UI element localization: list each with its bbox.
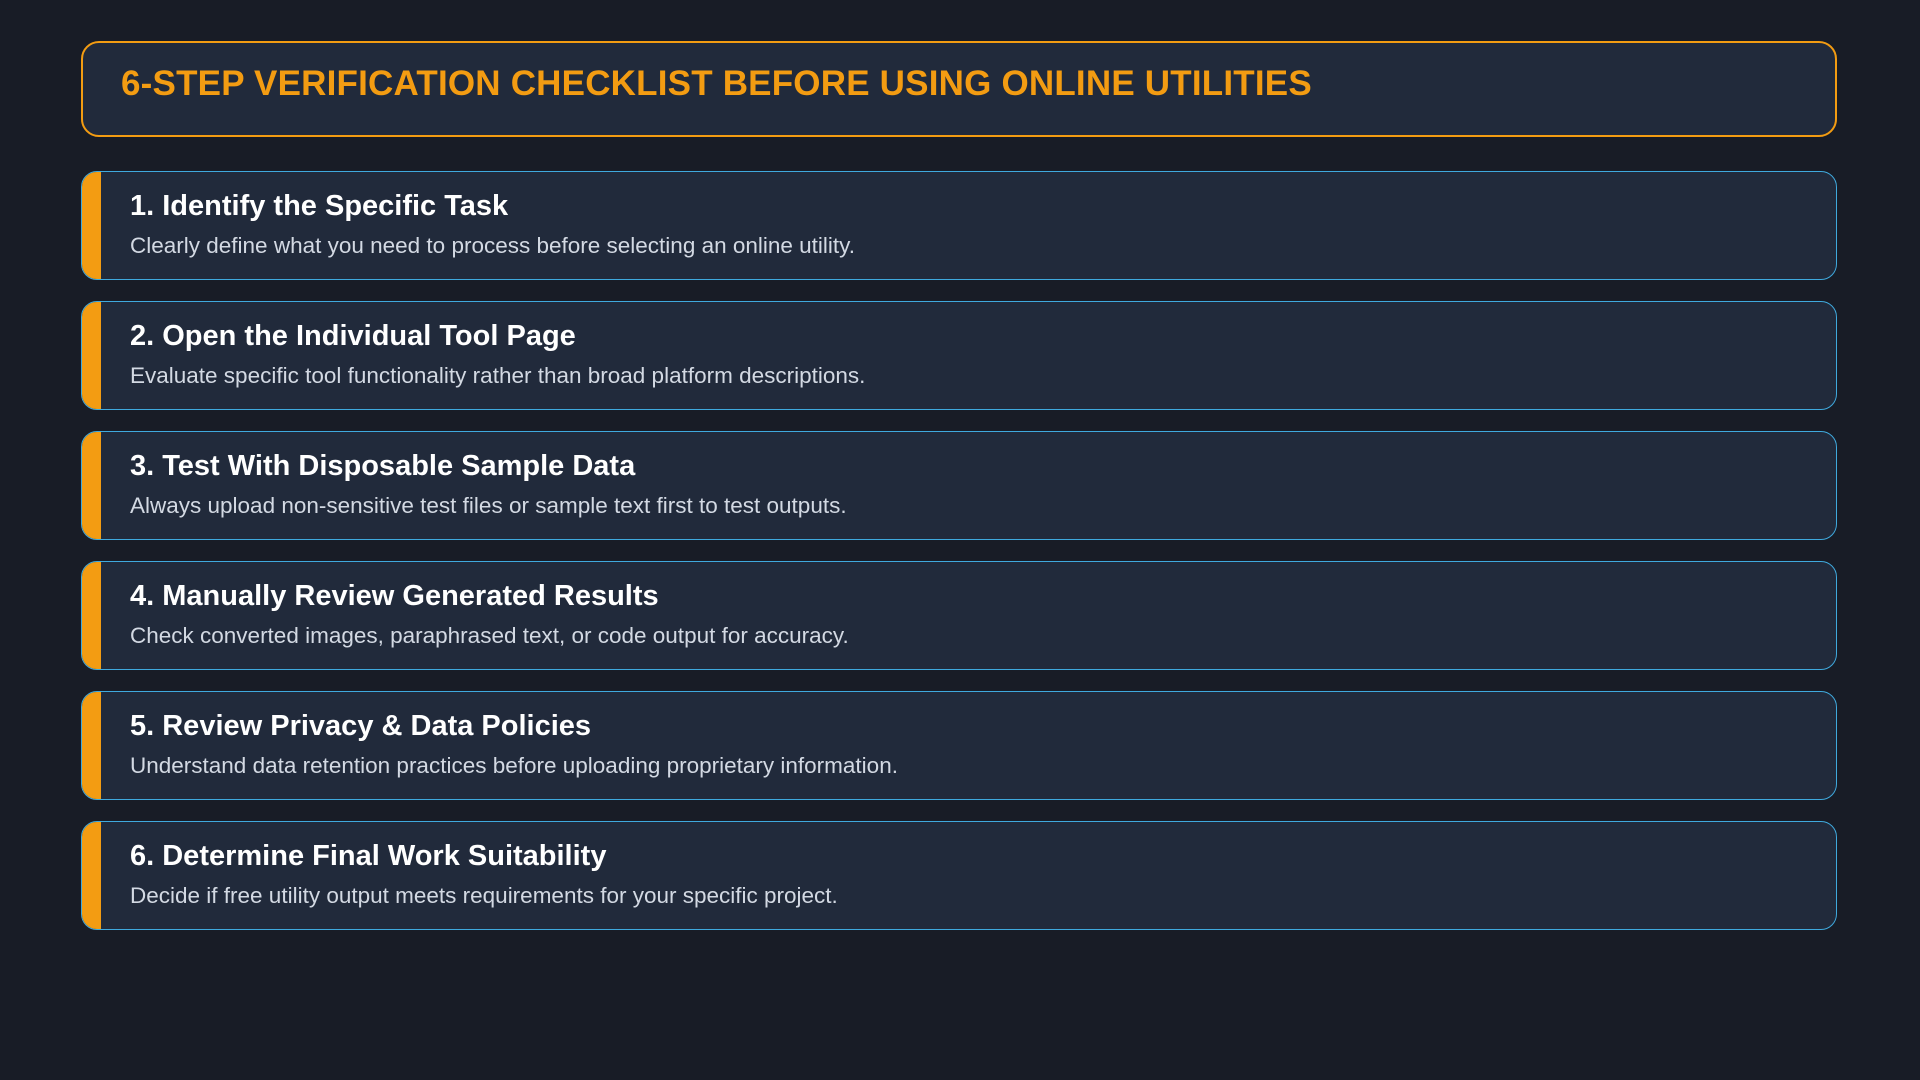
step-accent-bar [82,562,101,669]
step-description: Clearly define what you need to process … [130,233,856,258]
checklist-page: 6-STEP VERIFICATION CHECKLIST BEFORE USI… [0,0,1920,1080]
step-description: Evaluate specific tool functionality rat… [130,363,866,388]
step-card-5: 5. Review Privacy & Data Policies Unders… [81,691,1837,800]
step-title: 1. Identify the Specific Task [130,190,509,222]
step-accent-bar [82,432,101,539]
step-accent-bar [82,692,101,799]
step-title: 2. Open the Individual Tool Page [130,320,576,352]
step-title: 3. Test With Disposable Sample Data [130,450,636,482]
step-list: 1. Identify the Specific Task Clearly de… [81,171,1837,951]
step-accent-bar [82,172,101,279]
step-card-4: 4. Manually Review Generated Results Che… [81,561,1837,670]
step-card-1: 1. Identify the Specific Task Clearly de… [81,171,1837,280]
step-description: Understand data retention practices befo… [130,753,898,778]
step-title: 6. Determine Final Work Suitability [130,840,607,872]
step-description: Decide if free utility output meets requ… [130,883,838,908]
title-banner: 6-STEP VERIFICATION CHECKLIST BEFORE USI… [81,41,1837,137]
step-accent-bar [82,302,101,409]
step-description: Always upload non-sensitive test files o… [130,493,847,518]
step-title: 5. Review Privacy & Data Policies [130,710,592,742]
step-card-3: 3. Test With Disposable Sample Data Alwa… [81,431,1837,540]
step-title: 4. Manually Review Generated Results [130,580,659,612]
page-title: 6-STEP VERIFICATION CHECKLIST BEFORE USI… [121,64,1312,103]
step-accent-bar [82,822,101,929]
step-card-2: 2. Open the Individual Tool Page Evaluat… [81,301,1837,410]
step-description: Check converted images, paraphrased text… [130,623,849,648]
step-card-6: 6. Determine Final Work Suitability Deci… [81,821,1837,930]
